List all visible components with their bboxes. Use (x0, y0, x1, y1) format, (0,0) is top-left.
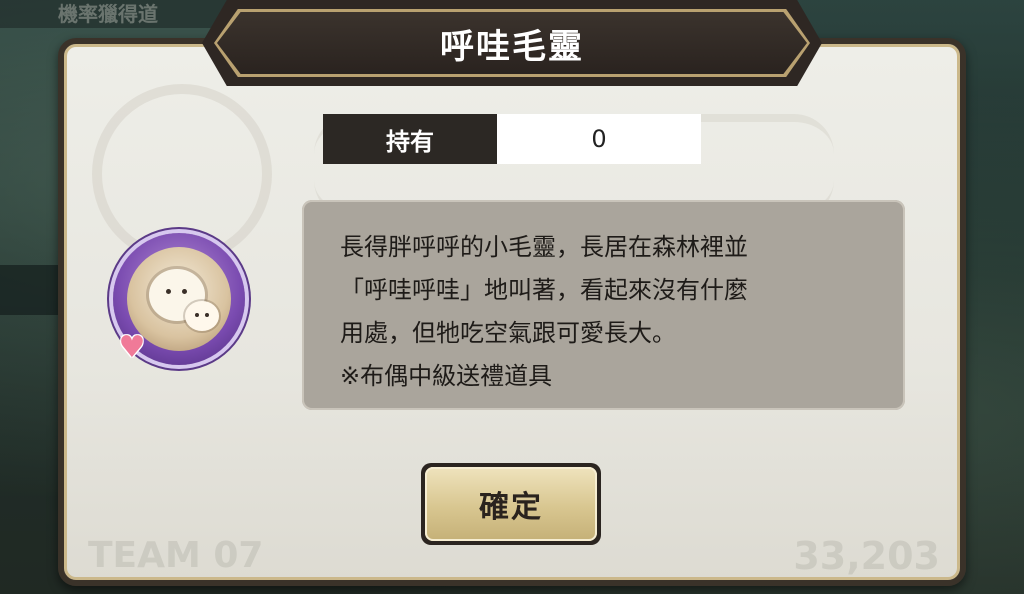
description-line: 長得胖呼呼的小毛靈，長居在森林裡並 (340, 233, 748, 261)
dialog-title: 呼哇毛靈 (440, 26, 584, 67)
owned-value: 0 (497, 114, 701, 164)
background-top-label: 機率獵得道 (0, 0, 230, 28)
background-left-strip (0, 265, 60, 315)
fluff-creature-small (185, 301, 219, 331)
heart-icon: ♥ (118, 330, 146, 365)
confirm-button[interactable]: 確定 (421, 463, 601, 545)
creature-eye (182, 289, 187, 294)
description-line: 用處，但牠吃空氣跟可愛長大。 (340, 319, 676, 347)
background-score-label: 33,203 (793, 534, 940, 578)
description-line: ※布偶中級送禮道具 (340, 362, 553, 390)
creature-eye (195, 313, 199, 317)
owned-counter: 持有 0 (323, 114, 701, 164)
confirm-button-label[interactable]: 確定 (425, 467, 597, 541)
creature-eye (205, 313, 209, 317)
item-description-box: 長得胖呼呼的小毛靈，長居在森林裡並 「呼哇呼哇」地叫著，看起來沒有什麼 用處，但… (302, 200, 905, 410)
owned-label: 持有 (323, 114, 497, 164)
background-team-label: TEAM 07 (88, 535, 264, 576)
creature-eye (166, 289, 171, 294)
description-line: 「呼哇呼哇」地叫著，看起來沒有什麼 (340, 276, 748, 304)
